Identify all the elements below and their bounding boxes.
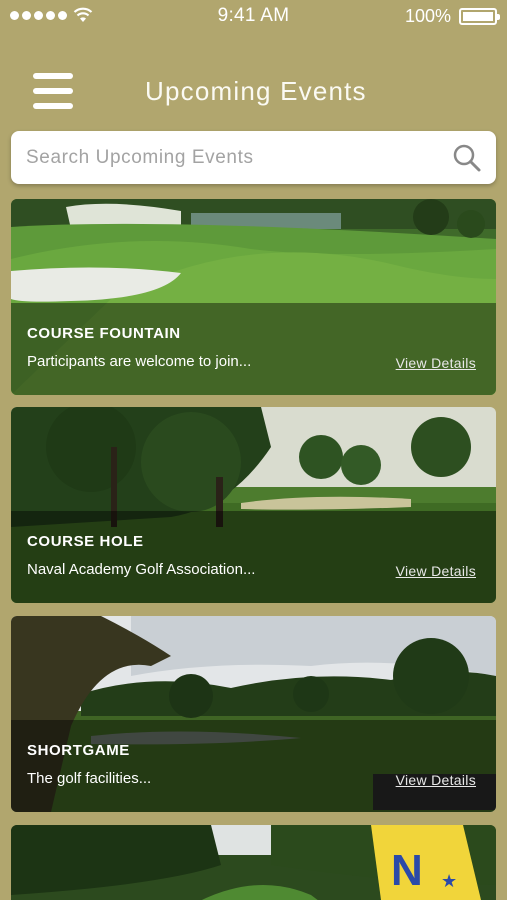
event-title: SHORTGAME [27,742,130,759]
status-bar: 9:41 AM 100% [0,0,507,34]
svg-text:N: N [391,846,423,895]
battery-percentage: 100% [404,6,451,26]
event-card[interactable]: N ★ [11,825,496,900]
event-description: Naval Academy Golf Association... [27,561,256,578]
wifi-icon [73,7,93,22]
page-title: Upcoming Events [145,76,367,106]
view-details-link[interactable]: View Details [396,772,476,788]
card-overlay [11,511,496,603]
battery-icon [459,8,500,25]
event-image: N ★ [11,825,496,900]
card-overlay [11,720,496,812]
event-title: COURSE HOLE [27,533,144,550]
event-description: Participants are welcome to join... [27,353,252,370]
search-bar [11,131,496,184]
event-title: COURSE FOUNTAIN [27,325,181,342]
search-input[interactable] [26,131,446,184]
view-details-link[interactable]: View Details [396,355,476,371]
event-card[interactable]: SHORTGAME The golf facilities... View De… [11,616,496,812]
hamburger-menu-icon[interactable] [33,73,73,109]
card-overlay [11,303,496,395]
search-icon[interactable] [452,143,482,173]
event-description: The golf facilities... [27,770,152,787]
svg-text:★: ★ [441,871,457,891]
event-card[interactable]: COURSE HOLE Naval Academy Golf Associati… [11,407,496,603]
view-details-link[interactable]: View Details [396,563,476,579]
signal-strength-icon [10,11,67,20]
event-card[interactable]: COURSE FOUNTAIN Participants are welcome… [11,199,496,395]
